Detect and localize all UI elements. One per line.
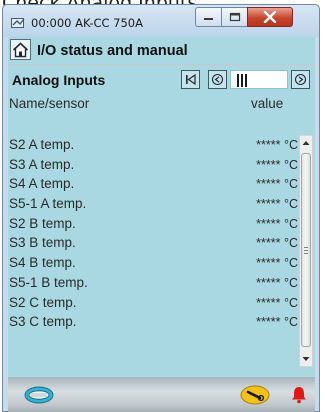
bottom-toolbar <box>8 377 315 412</box>
sensor-value: ***** °C <box>256 157 298 172</box>
section-title: Analog Inputs <box>12 72 106 88</box>
maximize-button[interactable] <box>221 7 248 27</box>
scroll-up-button[interactable] <box>300 136 312 150</box>
app-window: 00:000 AK-CC 750A I/O status and manual … <box>2 4 320 412</box>
sensor-list: S2 A temp. ***** °C S3 A temp. ***** °C … <box>8 136 298 333</box>
keyboard-icon <box>24 386 54 404</box>
service-tool-button[interactable] <box>240 384 270 406</box>
prev-page-icon <box>211 73 224 86</box>
scroll-grip <box>304 250 308 251</box>
column-header-name: Name/sensor <box>9 96 90 111</box>
title-bar[interactable]: 00:000 AK-CC 750A <box>3 5 319 37</box>
section-nav: Analog Inputs <box>8 66 315 92</box>
scroll-grip <box>304 247 308 248</box>
sensor-value: ***** °C <box>256 236 298 251</box>
column-header-value: value <box>251 96 284 111</box>
wrench-icon <box>240 385 270 405</box>
list-item[interactable]: S5-1 B temp. ***** °C <box>8 274 298 294</box>
page-indicator-bar <box>245 74 247 87</box>
close-button[interactable] <box>247 7 293 27</box>
keyboard-button[interactable] <box>24 384 54 406</box>
list-item[interactable]: S2 B temp. ***** °C <box>8 215 298 235</box>
sensor-value: ***** °C <box>256 275 298 290</box>
next-page-icon <box>294 73 307 86</box>
sensor-value: ***** °C <box>256 256 298 271</box>
sensor-name: S5-1 A temp. <box>9 196 87 212</box>
home-icon <box>12 41 29 57</box>
list-item[interactable]: S2 C temp. ***** °C <box>8 294 298 314</box>
client-area: I/O status and manual Analog Inputs Name… <box>8 37 315 412</box>
io-panel: I/O status and manual Analog Inputs Name… <box>8 37 315 377</box>
sensor-name: S3 A temp. <box>9 156 75 172</box>
sensor-name: S2 B temp. <box>9 215 76 231</box>
window-title: 00:000 AK-CC 750A <box>31 16 143 30</box>
sensor-value: ***** °C <box>256 197 298 212</box>
scroll-grip <box>304 253 308 254</box>
sensor-name: S5-1 B temp. <box>9 274 88 290</box>
scroll-up-icon <box>302 141 310 145</box>
scroll-thumb[interactable] <box>301 153 311 347</box>
page-indicator[interactable] <box>230 70 288 89</box>
next-page-button[interactable] <box>291 70 310 89</box>
vertical-scrollbar[interactable] <box>299 135 313 367</box>
page-indicator-bar <box>241 74 243 87</box>
scroll-down-button[interactable] <box>300 352 312 366</box>
sensor-name: S4 A temp. <box>9 176 75 192</box>
app-icon <box>11 16 27 30</box>
page-indicator-fill <box>231 71 236 88</box>
list-item[interactable]: S5-1 A temp. ***** °C <box>8 195 298 215</box>
prev-page-button[interactable] <box>208 70 227 89</box>
scroll-down-icon <box>302 357 310 361</box>
sensor-value: ***** °C <box>256 295 298 310</box>
list-item[interactable]: S3 B temp. ***** °C <box>8 234 298 254</box>
page-indicator-bar <box>237 74 239 87</box>
list-item[interactable]: S4 B temp. ***** °C <box>8 254 298 274</box>
maximize-icon <box>229 12 240 22</box>
list-item[interactable]: S2 A temp. ***** °C <box>8 136 298 156</box>
panel-header: I/O status and manual <box>8 37 315 65</box>
minimize-button[interactable] <box>195 7 222 27</box>
minimize-icon <box>203 18 213 20</box>
home-button[interactable] <box>10 39 31 60</box>
sensor-name: S3 C temp. <box>9 314 77 330</box>
sensor-value: ***** °C <box>256 138 298 152</box>
sensor-name: S4 B temp. <box>9 255 76 271</box>
sensor-name: S3 B temp. <box>9 235 76 251</box>
page-title: I/O status and manual <box>37 43 188 59</box>
sensor-value: ***** °C <box>256 315 298 330</box>
list-item[interactable]: S3 A temp. ***** °C <box>8 156 298 176</box>
sensor-value: ***** °C <box>256 177 298 192</box>
sensor-value: ***** °C <box>256 216 298 231</box>
first-page-icon <box>186 73 196 86</box>
first-page-button[interactable] <box>181 70 200 89</box>
alarm-indicator[interactable] <box>284 384 314 406</box>
sensor-name: S2 A temp. <box>9 137 75 152</box>
sensor-name: S2 C temp. <box>9 294 77 310</box>
list-item[interactable]: S4 A temp. ***** °C <box>8 175 298 195</box>
close-icon <box>263 11 277 23</box>
alarm-bell-icon <box>292 387 306 404</box>
list-item[interactable]: S3 C temp. ***** °C <box>8 313 298 333</box>
